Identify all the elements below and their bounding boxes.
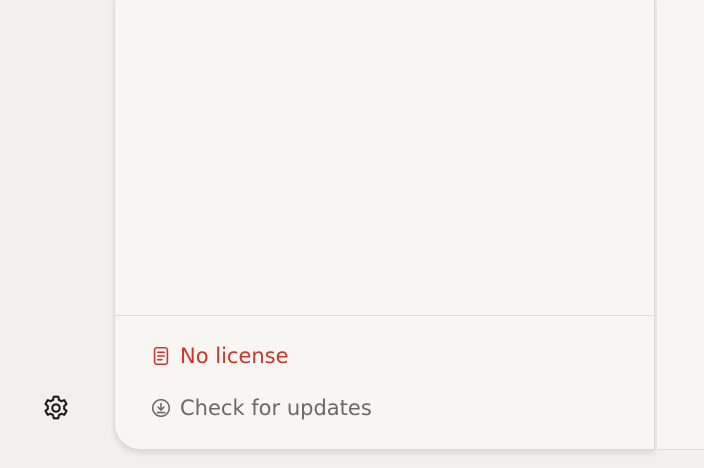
- settings-button[interactable]: [38, 390, 74, 426]
- gear-icon: [40, 392, 72, 424]
- document-icon: [150, 345, 172, 367]
- panel-footer: No license Check for updates: [115, 316, 654, 449]
- check-for-updates-label: Check for updates: [180, 396, 372, 420]
- download-circle-icon: [150, 397, 172, 419]
- panel-content: [115, 0, 654, 316]
- main-panel: No license Check for updates: [114, 0, 655, 450]
- no-license-link[interactable]: No license: [150, 341, 289, 371]
- right-panel: [657, 0, 704, 450]
- left-rail: [0, 0, 114, 468]
- check-for-updates-button[interactable]: Check for updates: [150, 393, 372, 423]
- no-license-label: No license: [180, 344, 289, 368]
